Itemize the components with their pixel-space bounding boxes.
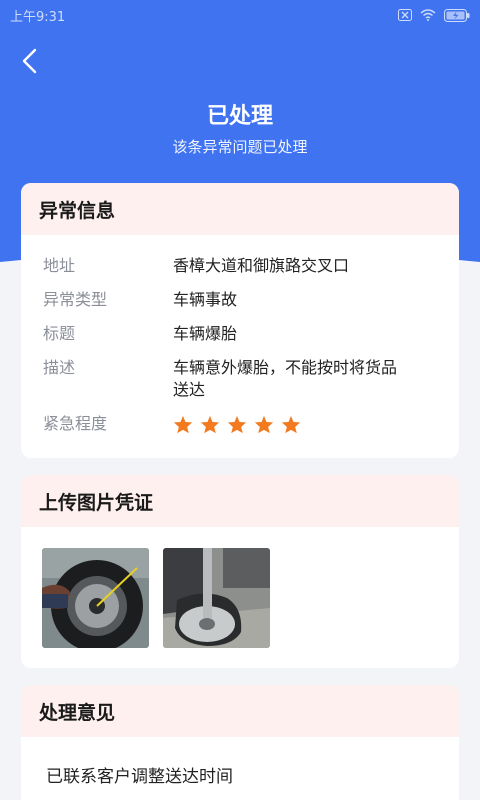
handling-opinion-title: 处理意见	[21, 685, 459, 737]
photo-evidence-card: 上传图片凭证	[21, 475, 459, 668]
back-button[interactable]	[14, 46, 44, 80]
abnormal-type-row: 异常类型 车辆事故	[43, 289, 437, 311]
no-sim-icon	[398, 9, 412, 21]
title-label: 标题	[43, 324, 76, 343]
handling-opinion-text: 已联系客户调整送达时间	[46, 767, 233, 787]
page-title: 已处理	[206, 104, 273, 129]
page-subtitle: 该条异常问题已处理	[172, 138, 308, 156]
abnormal-info-card: 异常信息 地址 香樟大道和御旗路交叉口 异常类型 车辆事故 标题 车辆爆胎 描述…	[21, 183, 459, 458]
description-row: 描述 车辆意外爆胎，不能按时将货品送达	[43, 357, 437, 401]
title-value: 车辆爆胎	[173, 324, 238, 343]
abnormal-type-label: 异常类型	[43, 290, 108, 309]
photo-evidence-title: 上传图片凭证	[21, 475, 459, 527]
star-icon	[200, 415, 220, 433]
status-time: 上午9:31	[10, 9, 66, 25]
abnormal-info-title: 异常信息	[21, 183, 459, 235]
handling-opinion-card: 处理意见 已联系客户调整送达时间	[21, 685, 459, 800]
description-value: 车辆意外爆胎，不能按时将货品送达	[173, 358, 398, 399]
address-label: 地址	[43, 256, 76, 275]
star-icon	[227, 415, 247, 433]
address-value: 香樟大道和御旗路交叉口	[173, 256, 350, 275]
wifi-icon	[420, 9, 436, 21]
evidence-photo-2[interactable]	[163, 548, 270, 648]
title-row: 标题 车辆爆胎	[43, 323, 437, 345]
star-icon	[281, 415, 301, 433]
address-row: 地址 香樟大道和御旗路交叉口	[43, 255, 437, 277]
battery-charging-icon	[444, 8, 470, 22]
urgency-stars	[173, 413, 301, 435]
urgency-row: 紧急程度	[43, 413, 437, 435]
abnormal-type-value: 车辆事故	[173, 290, 238, 309]
star-icon	[173, 415, 193, 433]
star-icon	[254, 415, 274, 433]
urgency-label: 紧急程度	[43, 414, 108, 433]
description-label: 描述	[43, 358, 76, 377]
status-bar: 上午9:31	[0, 0, 480, 30]
chevron-left-icon	[21, 48, 37, 78]
evidence-photo-1[interactable]	[42, 548, 149, 648]
